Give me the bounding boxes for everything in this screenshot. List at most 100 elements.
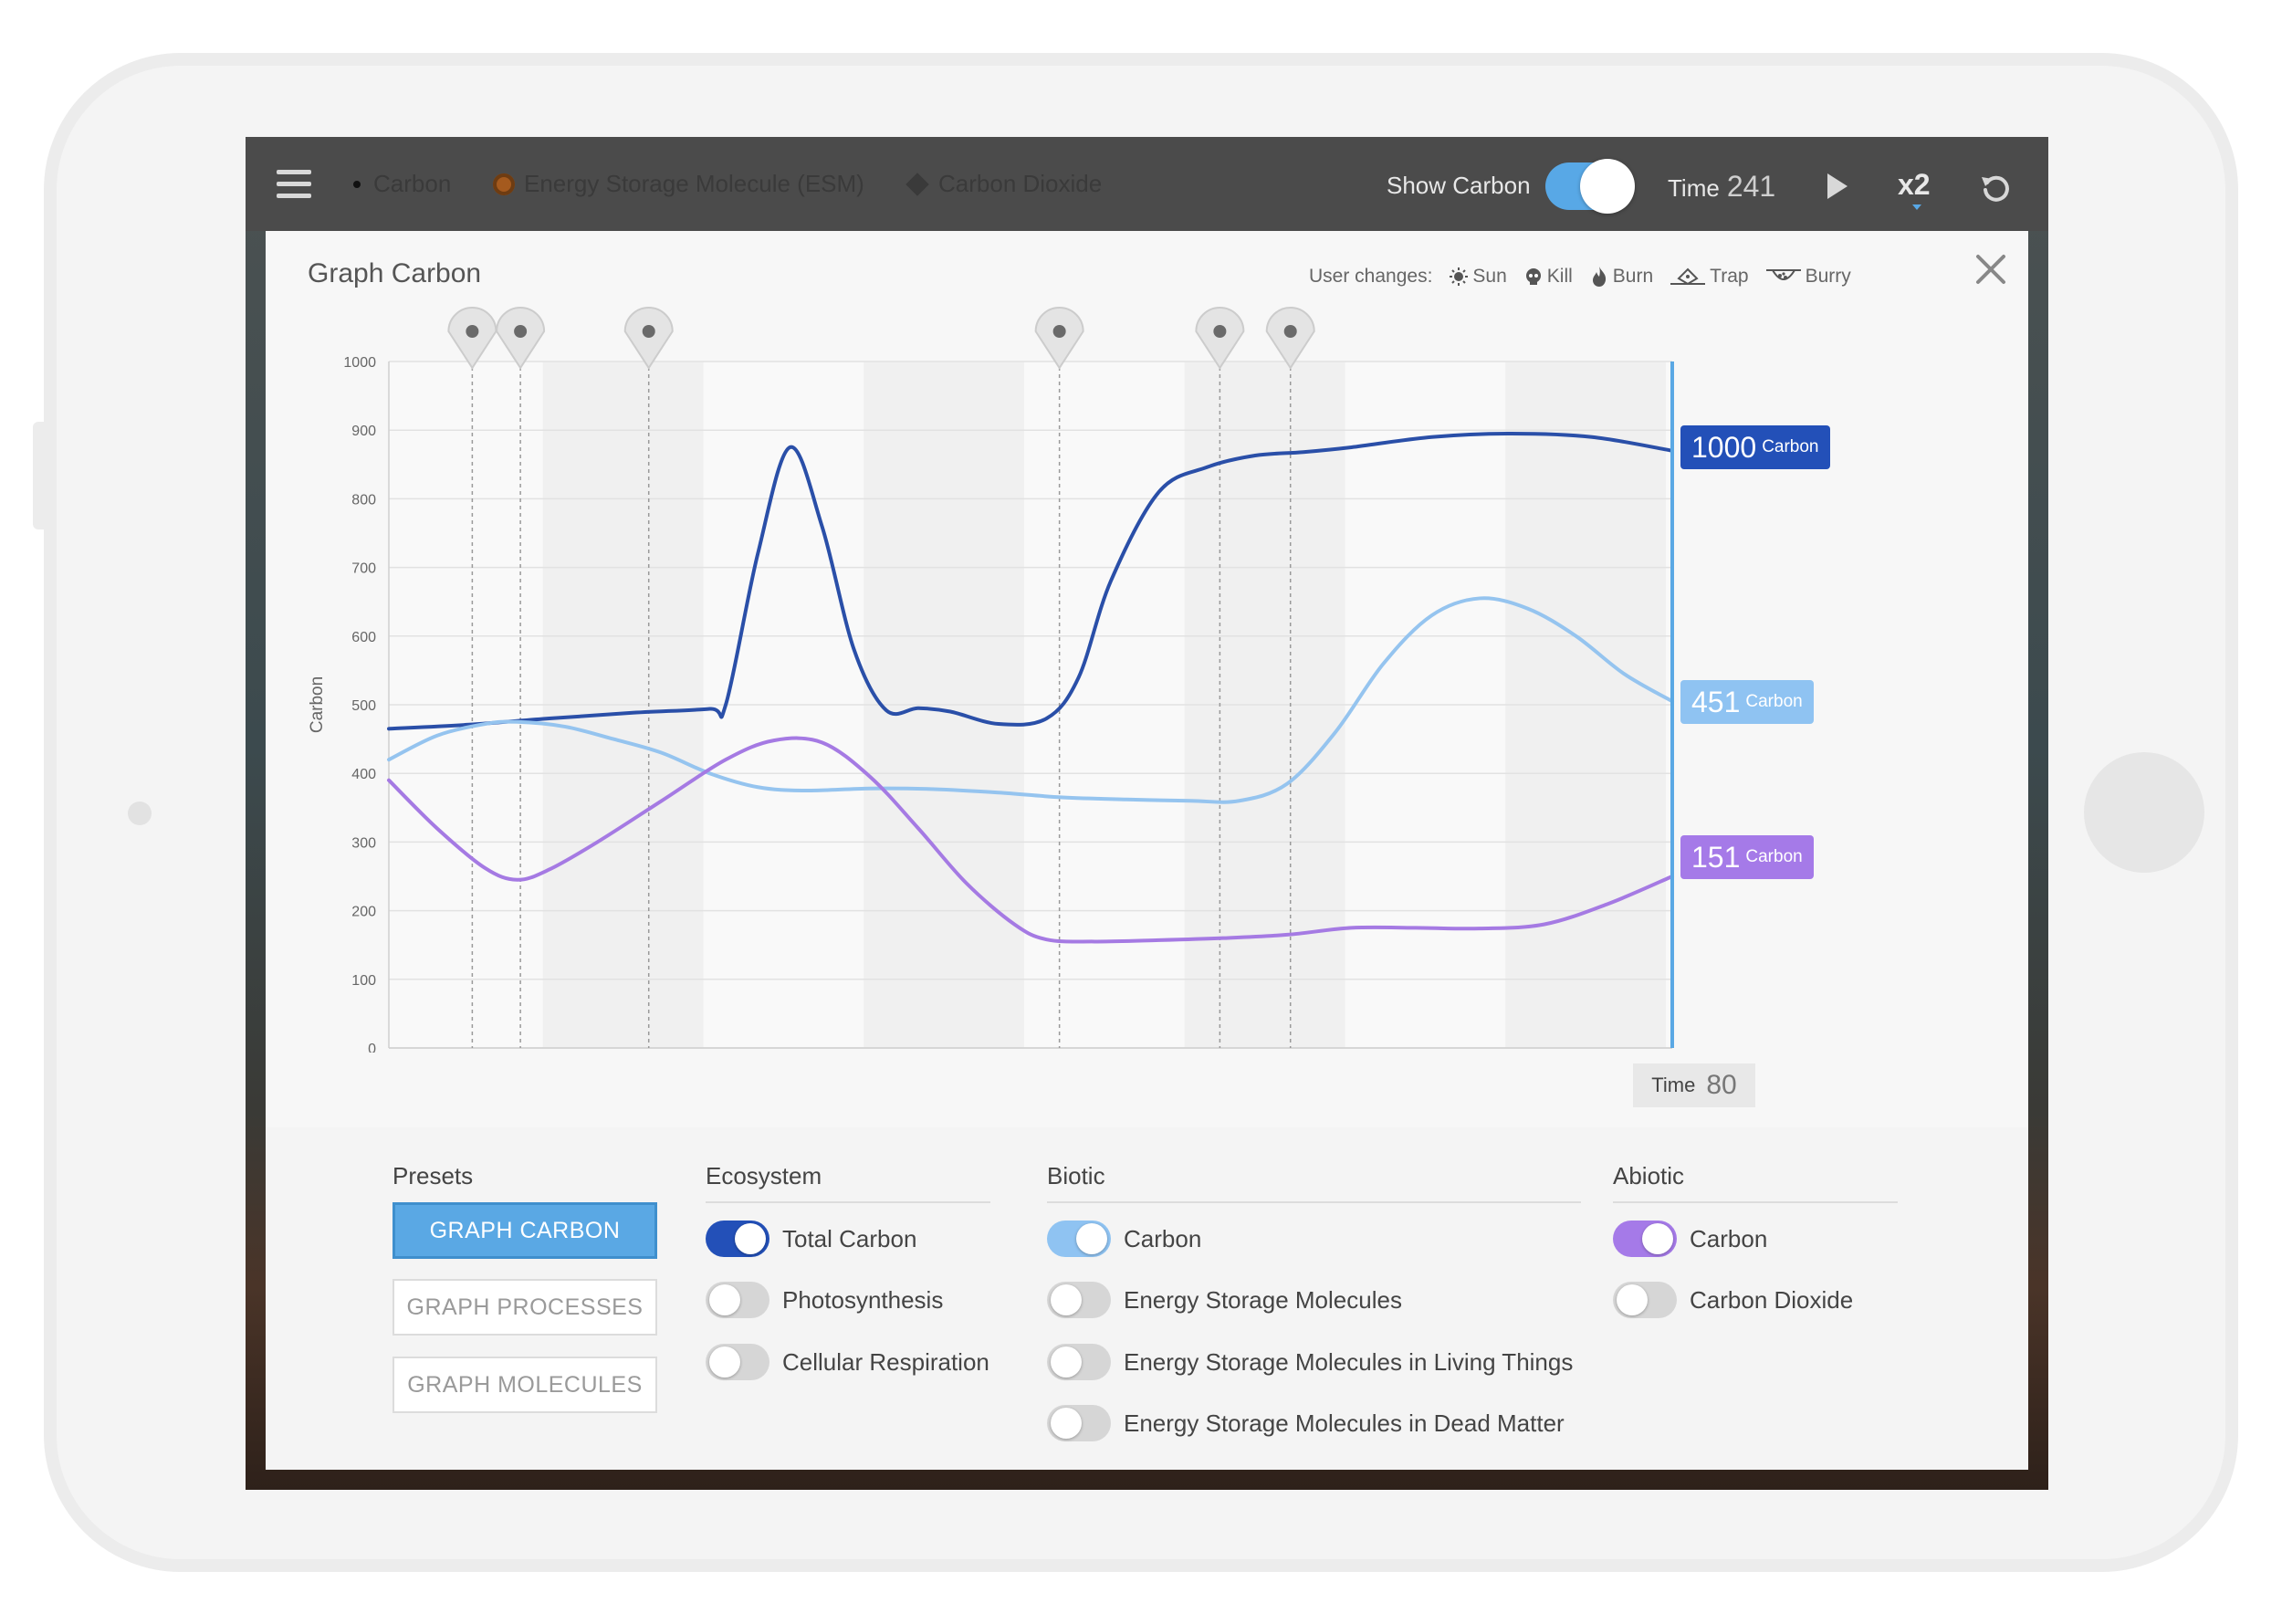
uc-burn: Burn [1589,266,1653,288]
photosynthesis-toggle[interactable] [706,1282,769,1318]
toggle-knob [735,1223,766,1254]
show-carbon-toggle[interactable] [1545,159,1635,214]
app-screen: Carbon Energy Storage Molecule (ESM) Car… [246,137,2048,1490]
esm-toggle[interactable] [1047,1282,1111,1318]
time-readout: Time 241 [1668,170,1775,204]
time-bottom-value: 80 [1706,1070,1737,1100]
toggle-row-esm-living[interactable]: Energy Storage Molecules in Living Thing… [1047,1344,1573,1380]
toggle-knob [709,1284,740,1315]
abiotic-carbon-tag-value: 151 [1691,840,1741,874]
trap-icon [1670,267,1706,286]
toggle-row-carbon-dioxide[interactable]: Carbon Dioxide [1613,1282,1853,1318]
esm-living-toggle[interactable] [1047,1344,1111,1380]
biotic-carbon-label: Carbon [1124,1224,1202,1252]
y-tick-0: 0 [368,1042,376,1053]
time-bottom-label: Time [1651,1074,1696,1096]
abiotic-carbon-tag: 151 Carbon [1680,835,1814,879]
skull-icon [1525,268,1541,285]
toggle-row-esm[interactable]: Energy Storage Molecules [1047,1282,1402,1318]
show-carbon-label: Show Carbon [1387,172,1531,199]
close-icon[interactable] [1973,251,2009,288]
total-carbon-tag: 1000 Carbon [1680,425,1830,469]
photosynthesis-label: Photosynthesis [782,1285,944,1314]
y-tick-400: 400 [351,767,376,782]
toggle-knob [1076,1223,1107,1254]
uc-trap-label: Trap [1710,266,1749,287]
carbon-dioxide-toggle[interactable] [1613,1282,1677,1318]
total-carbon-tag-value: 1000 [1691,430,1757,464]
y-tick-300: 300 [351,835,376,851]
cellular-respiration-toggle[interactable] [706,1344,769,1380]
abiotic-carbon-label: Carbon [1690,1224,1768,1252]
esm-dead-label: Energy Storage Molecules in Dead Matter [1124,1409,1565,1437]
total-carbon-tag-unit: Carbon [1762,437,1819,456]
marker-glyph-1 [514,325,528,338]
presets-heading: Presets [393,1162,474,1189]
graph-carbon-button[interactable]: GRAPH CARBON [393,1202,657,1259]
esm-molecule-icon [493,173,515,195]
tablet-camera [128,802,152,825]
marker-glyph-0 [466,325,479,338]
total-carbon-label: Total Carbon [782,1224,917,1252]
uc-sun: Sun [1449,266,1507,288]
cellular-respiration-label: Cellular Respiration [782,1347,989,1376]
uc-kill: Kill [1523,266,1573,288]
uc-burn-label: Burn [1612,266,1654,287]
marker-glyph-2 [642,325,655,338]
biotic-heading: Biotic [1047,1162,1581,1203]
toggle-knob [1580,159,1635,214]
user-changes-legend: User changes: Sun Kill Burn Trap Burry [1309,266,1851,288]
bury-icon [1765,269,1801,280]
tablet-side-button [33,422,46,529]
toggle-knob [1617,1284,1648,1315]
legend-carbon-label: Carbon [373,170,452,197]
y-tick-500: 500 [351,698,376,714]
speed-button[interactable]: x2 [1898,168,1931,202]
biotic-carbon-toggle[interactable] [1047,1221,1111,1257]
y-tick-700: 700 [351,561,376,577]
legend-co2: Carbon Dioxide [905,137,1103,231]
play-icon[interactable] [1827,173,1848,199]
graph-molecules-button[interactable]: GRAPH MOLECULES [393,1357,657,1413]
toggle-row-esm-dead[interactable]: Energy Storage Molecules in Dead Matter [1047,1405,1565,1441]
graph-processes-button[interactable]: GRAPH PROCESSES [393,1279,657,1336]
toggle-row-abiotic-carbon[interactable]: Carbon [1613,1221,1767,1257]
legend-esm: Energy Storage Molecule (ESM) [493,137,864,231]
carbon-dioxide-label: Carbon Dioxide [1690,1285,1854,1314]
toggle-knob [1642,1223,1673,1254]
reset-icon[interactable] [1980,172,2013,204]
total-carbon-toggle[interactable] [706,1221,769,1257]
legend-esm-label: Energy Storage Molecule (ESM) [524,170,864,197]
esm-living-label: Energy Storage Molecules in Living Thing… [1124,1347,1574,1376]
toggle-row-biotic-carbon[interactable]: Carbon [1047,1221,1201,1257]
abiotic-heading: Abiotic [1613,1162,1898,1203]
y-axis-label: Carbon [308,676,327,733]
abiotic-carbon-tag-unit: Carbon [1745,847,1803,866]
graph-controls: Presets GRAPH CARBON GRAPH PROCESSES GRA… [266,1127,2028,1470]
time-scrubber-readout[interactable]: Time 80 [1633,1063,1755,1107]
co2-diamond-icon [905,172,929,196]
abiotic-carbon-toggle[interactable] [1613,1221,1677,1257]
legend-carbon: Carbon [353,137,451,231]
top-toolbar: Carbon Energy Storage Molecule (ESM) Car… [246,137,2048,231]
tablet-home-button [2084,752,2204,873]
hamburger-menu-icon[interactable] [277,170,311,199]
user-changes-label: User changes: [1309,266,1433,287]
speed-indicator-icon [1912,204,1921,210]
biotic-carbon-tag-unit: Carbon [1745,692,1803,711]
toggle-knob [1051,1408,1082,1439]
esm-label: Energy Storage Molecules [1124,1285,1402,1314]
toggle-row-photosynthesis[interactable]: Photosynthesis [706,1282,943,1318]
fire-icon [1592,267,1606,287]
marker-glyph-5 [1283,325,1297,338]
time-value: 241 [1726,170,1776,203]
toggle-row-cellular-respiration[interactable]: Cellular Respiration [706,1344,989,1380]
y-tick-200: 200 [351,905,376,920]
legend-co2-label: Carbon Dioxide [938,170,1103,197]
toggle-knob [1051,1346,1082,1378]
uc-trap: Trap [1670,266,1749,288]
esm-dead-toggle[interactable] [1047,1405,1111,1441]
y-tick-800: 800 [351,492,376,508]
toggle-row-total-carbon[interactable]: Total Carbon [706,1221,916,1257]
time-label: Time [1668,174,1720,202]
